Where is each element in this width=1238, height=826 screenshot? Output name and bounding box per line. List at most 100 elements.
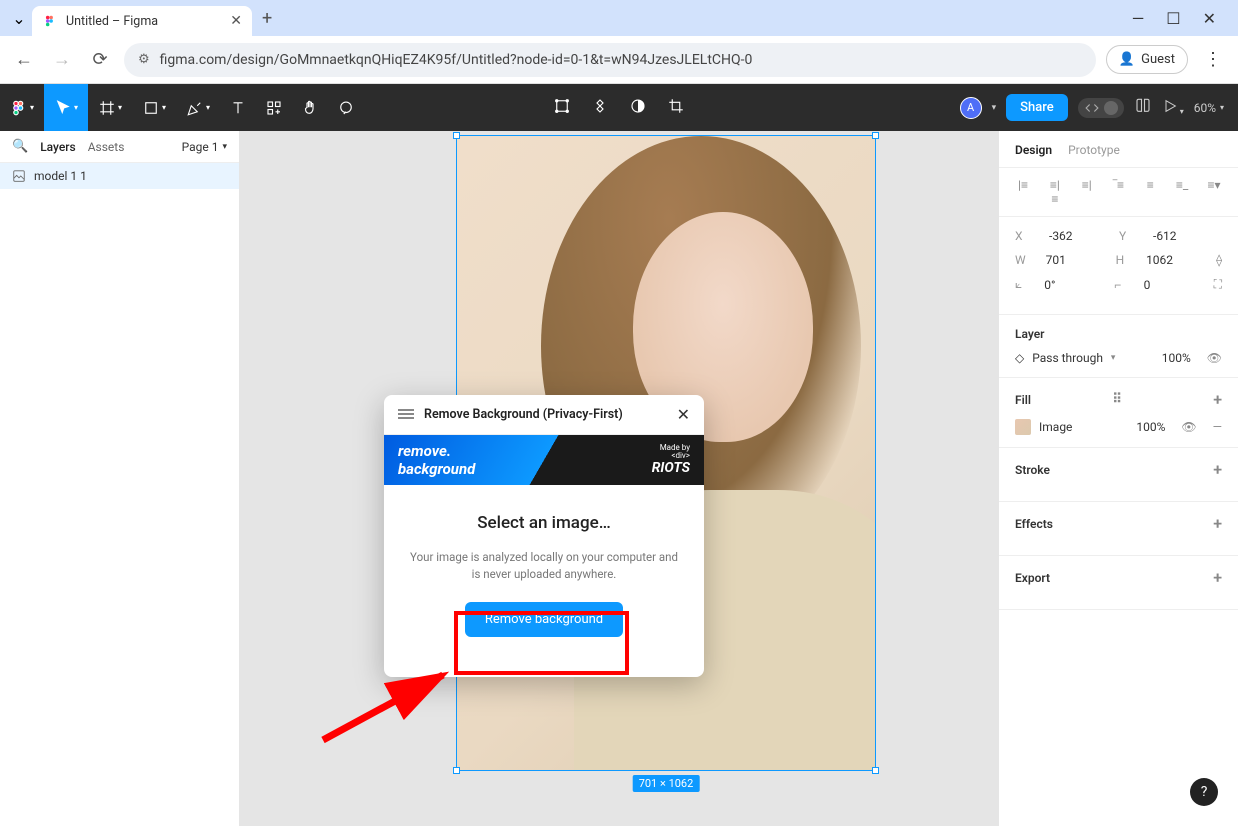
site-info-icon[interactable]: ⚙ xyxy=(138,52,150,67)
chevron-down-icon: ▾ xyxy=(30,103,34,112)
add-export-icon[interactable]: + xyxy=(1213,568,1222,587)
resources-tool[interactable] xyxy=(256,84,292,131)
layers-tab[interactable]: Layers xyxy=(40,140,76,154)
image-layer-icon xyxy=(12,169,26,183)
resize-handle-br[interactable] xyxy=(872,767,879,774)
h-input[interactable]: 1062 xyxy=(1146,253,1196,267)
remove-background-button[interactable]: Remove background xyxy=(465,602,623,637)
add-effect-icon[interactable]: + xyxy=(1213,514,1222,533)
tab-search-dropdown[interactable]: ⌄ xyxy=(6,5,32,31)
canvas[interactable]: 701 × 1062 Remove Background (Privacy-Fi… xyxy=(240,131,998,826)
component-icon[interactable] xyxy=(591,97,609,119)
mask-icon[interactable] xyxy=(629,97,647,119)
search-icon[interactable]: 🔍 xyxy=(12,139,28,154)
minimize-icon[interactable]: — xyxy=(1132,9,1145,28)
add-fill-icon[interactable]: + xyxy=(1213,390,1222,409)
align-top-icon[interactable]: ‾≡ xyxy=(1110,178,1126,206)
edit-object-icon[interactable] xyxy=(553,97,571,119)
align-bottom-icon[interactable]: ≡_ xyxy=(1174,178,1190,206)
text-tool[interactable] xyxy=(220,84,256,131)
chevron-down-icon[interactable]: ▾ xyxy=(992,103,997,113)
align-vcenter-icon[interactable]: ≡ xyxy=(1142,178,1158,206)
h-label: H xyxy=(1116,253,1126,267)
frame-tool[interactable]: ▾ xyxy=(88,84,132,131)
shape-tool[interactable]: ▾ xyxy=(132,84,176,131)
hand-tool[interactable] xyxy=(292,84,328,131)
user-avatar[interactable]: A xyxy=(960,97,982,119)
browser-address-bar: ← → ⟳ ⚙ figma.com/design/GoMmnaetkqnQHiq… xyxy=(0,36,1238,84)
stroke-section-title: Stroke xyxy=(1015,463,1050,477)
corner-radius-input[interactable]: 0 xyxy=(1144,278,1194,292)
plugin-heading: Select an image… xyxy=(408,513,680,533)
chevron-down-icon: ▾ xyxy=(162,103,166,112)
comment-tool[interactable] xyxy=(328,84,364,131)
plugin-close-icon[interactable]: ✕ xyxy=(677,405,690,424)
tab-title: Untitled – Figma xyxy=(66,14,222,29)
resize-handle-tr[interactable] xyxy=(872,132,879,139)
banner-text-2: background xyxy=(398,460,475,478)
independent-corners-icon[interactable]: ⛶ xyxy=(1214,277,1222,292)
corner-label: ⌐ xyxy=(1114,278,1123,292)
x-input[interactable]: -362 xyxy=(1049,229,1099,243)
maximize-icon[interactable]: ☐ xyxy=(1166,9,1180,28)
share-button[interactable]: Share xyxy=(1006,94,1068,121)
library-icon[interactable] xyxy=(1134,97,1152,119)
fill-type-label[interactable]: Image xyxy=(1039,420,1072,434)
guest-label: Guest xyxy=(1141,52,1175,67)
resize-handle-tl[interactable] xyxy=(453,132,460,139)
browser-menu-icon[interactable]: ⋮ xyxy=(1198,49,1228,70)
layer-item[interactable]: model 1 1 xyxy=(0,163,239,189)
close-window-icon[interactable]: ✕ xyxy=(1203,9,1216,28)
plugin-header[interactable]: Remove Background (Privacy-First) ✕ xyxy=(384,395,704,435)
blend-mode-select[interactable]: Pass through xyxy=(1032,351,1103,365)
x-label: X xyxy=(1015,229,1029,243)
profile-guest-button[interactable]: 👤 Guest xyxy=(1106,45,1188,74)
move-tool[interactable]: ▾ xyxy=(44,84,88,131)
banner-attribution: Made by <div> RIOTS xyxy=(652,444,690,477)
present-icon[interactable]: ▾ xyxy=(1162,98,1184,118)
url-text: figma.com/design/GoMmnaetkqnQHiqEZ4K95f/… xyxy=(160,52,753,68)
w-input[interactable]: 701 xyxy=(1046,253,1096,267)
new-tab-button[interactable]: + xyxy=(262,8,272,29)
layer-name: model 1 1 xyxy=(34,169,87,183)
figma-menu-button[interactable]: ▾ xyxy=(0,84,44,131)
page-selector[interactable]: Page 1 ▾ xyxy=(182,140,227,154)
zoom-control[interactable]: 60% ▾ xyxy=(1194,101,1224,115)
reload-button[interactable]: ⟳ xyxy=(86,49,114,70)
fill-swatch[interactable] xyxy=(1015,419,1031,435)
selection-dimensions-badge: 701 × 1062 xyxy=(633,775,700,792)
align-right-icon[interactable]: ≡| xyxy=(1079,178,1095,206)
pen-tool[interactable]: ▾ xyxy=(176,84,220,131)
design-tab[interactable]: Design xyxy=(1015,143,1052,157)
export-section-title: Export xyxy=(1015,571,1050,585)
y-input[interactable]: -612 xyxy=(1153,229,1203,243)
prototype-tab[interactable]: Prototype xyxy=(1068,143,1120,157)
plugin-banner: remove. background Made by <div> RIOTS xyxy=(384,435,704,485)
remove-fill-icon[interactable]: — xyxy=(1213,420,1222,434)
assets-tab[interactable]: Assets xyxy=(88,140,125,154)
constrain-proportions-icon[interactable]: ⟠ xyxy=(1216,253,1222,267)
plugin-description: Your image is analyzed locally on your c… xyxy=(408,549,680,584)
url-input[interactable]: ⚙ figma.com/design/GoMmnaetkqnQHiqEZ4K95… xyxy=(124,43,1096,77)
fill-visibility-icon[interactable]: 👁 xyxy=(1181,420,1196,434)
browser-tab[interactable]: Untitled – Figma ✕ xyxy=(32,6,252,36)
banner-text-1: remove. xyxy=(398,442,475,460)
fill-opacity-input[interactable]: 100% xyxy=(1136,420,1165,434)
y-label: Y xyxy=(1119,229,1133,243)
help-button[interactable]: ? xyxy=(1190,778,1218,806)
layer-opacity-input[interactable]: 100% xyxy=(1162,351,1191,365)
back-button[interactable]: ← xyxy=(10,49,38,70)
distribute-icon[interactable]: ≡▾ xyxy=(1206,178,1222,206)
tab-close-icon[interactable]: ✕ xyxy=(230,13,242,29)
crop-icon[interactable] xyxy=(667,97,685,119)
rotation-input[interactable]: 0° xyxy=(1044,278,1094,292)
add-stroke-icon[interactable]: + xyxy=(1213,460,1222,479)
window-controls: — ☐ ✕ xyxy=(1132,9,1232,28)
fill-settings-icon[interactable]: ⠿ xyxy=(1112,392,1122,407)
visibility-icon[interactable]: 👁 xyxy=(1207,351,1222,365)
align-left-icon[interactable]: |≡ xyxy=(1015,178,1031,206)
blend-mode-icon[interactable]: ◇ xyxy=(1015,351,1024,365)
align-hcenter-icon[interactable]: ≡|≡ xyxy=(1047,178,1063,206)
resize-handle-bl[interactable] xyxy=(453,767,460,774)
dev-mode-toggle[interactable] xyxy=(1078,98,1124,118)
